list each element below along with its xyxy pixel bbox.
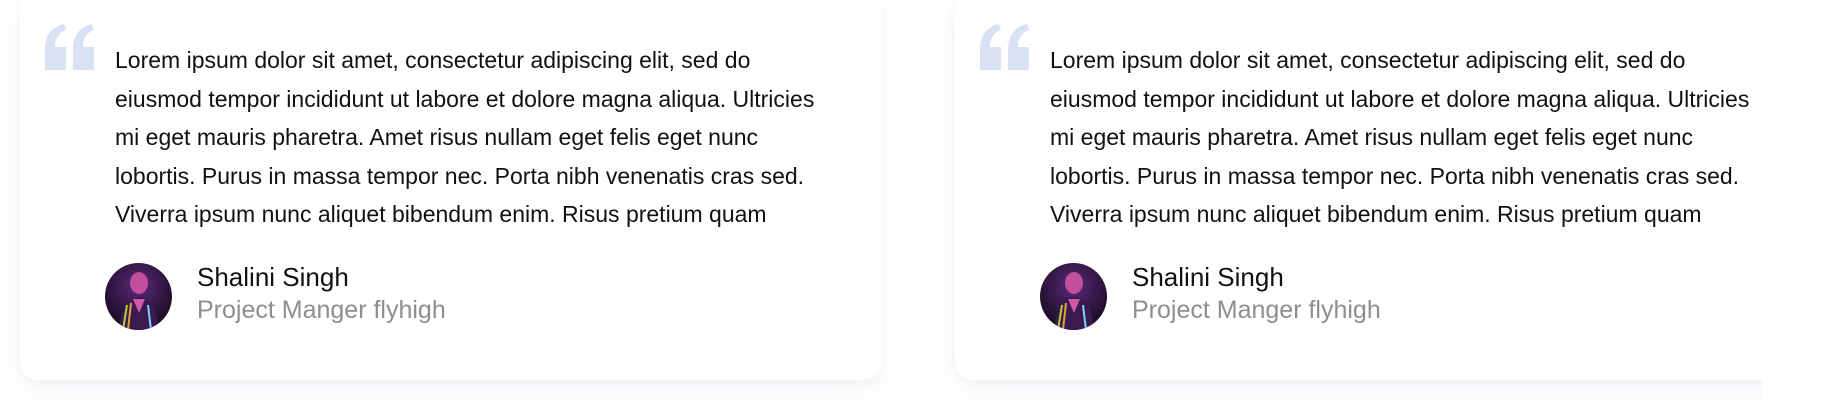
author-role: Project Manger flyhigh — [1132, 296, 1381, 324]
testimonial-track: Lorem ipsum dolor sit amet, consectetur … — [0, 0, 1762, 412]
author-name: Shalini Singh — [197, 262, 349, 292]
author-name: Shalini Singh — [1132, 262, 1284, 292]
testimonial-quote: Lorem ipsum dolor sit amet, consectetur … — [1050, 47, 1750, 227]
testimonial-author: Shalini Singh Project Manger flyhigh — [1040, 262, 1381, 330]
quote-icon — [980, 24, 1029, 70]
testimonial-author: Shalini Singh Project Manger flyhigh — [105, 262, 446, 330]
testimonial-card: Lorem ipsum dolor sit amet, consectetur … — [20, 0, 881, 380]
avatar — [105, 262, 172, 330]
testimonial-carousel: Lorem ipsum dolor sit amet, consectetur … — [0, 0, 1826, 412]
author-role: Project Manger flyhigh — [197, 296, 446, 324]
author-meta: Shalini Singh Project Manger flyhigh — [197, 261, 446, 327]
avatar — [1040, 262, 1107, 330]
testimonial-quote: Lorem ipsum dolor sit amet, consectetur … — [115, 47, 815, 227]
testimonial-card: Lorem ipsum dolor sit amet, consectetur … — [955, 0, 1762, 380]
author-meta: Shalini Singh Project Manger flyhigh — [1132, 261, 1381, 327]
quote-icon — [45, 24, 94, 70]
